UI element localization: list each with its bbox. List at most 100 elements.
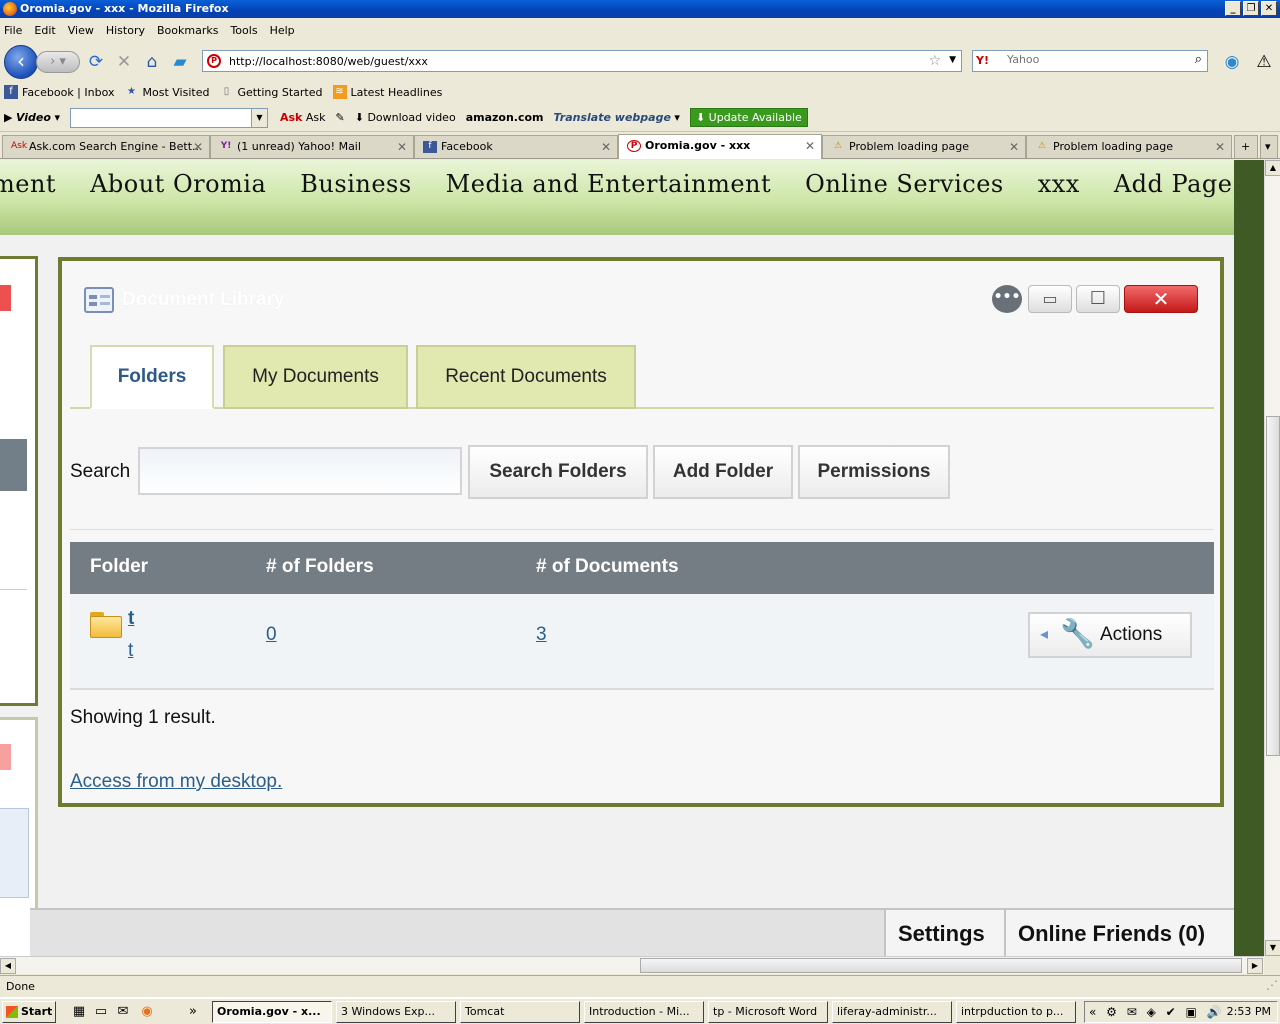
taskbar-item-tomcat[interactable]: Tomcat — [460, 1001, 580, 1023]
tab-close-icon[interactable]: ✕ — [805, 139, 815, 153]
taskbar-item-firefox[interactable]: Oromia.gov - x... — [212, 1001, 332, 1023]
video-menu[interactable]: ▶ Video ▾ — [4, 111, 60, 124]
nav-item-about-oromia[interactable]: About Oromia — [90, 170, 266, 198]
column-header-folder[interactable]: Folder — [90, 556, 148, 578]
chevron-icon[interactable]: » — [184, 1003, 202, 1021]
bookmark-facebook-inbox[interactable]: f Facebook | Inbox — [4, 85, 115, 99]
sidebar-icon[interactable]: ▰ — [170, 52, 190, 72]
extension-icon[interactable]: ⚠ — [1254, 52, 1274, 72]
nav-item-media[interactable]: Media and Entertainment — [446, 170, 771, 198]
new-tab-button[interactable]: + — [1234, 135, 1258, 158]
quicklaunch-icon[interactable]: ▦ — [70, 1003, 88, 1021]
vertical-scrollbar[interactable]: ▲ ▼ — [1264, 160, 1280, 956]
folder-count-link[interactable]: 0 — [266, 624, 277, 646]
scroll-up-icon[interactable]: ▲ — [1265, 160, 1280, 176]
highlight-icon[interactable]: ✎ — [336, 111, 345, 124]
menu-history[interactable]: History — [106, 24, 145, 37]
update-available-button[interactable]: ⬇ Update Available — [689, 108, 808, 127]
actions-button[interactable]: ◂ 🔧 Actions — [1028, 612, 1192, 658]
menu-file[interactable]: File — [4, 24, 22, 37]
taskbar-item-explorer[interactable]: 3 Windows Exp... — [336, 1001, 456, 1023]
access-from-desktop-link[interactable]: Access from my desktop. — [70, 771, 282, 793]
menu-view[interactable]: View — [68, 24, 94, 37]
translate-button[interactable]: Translate webpage ▾ — [554, 111, 680, 124]
bookmark-latest-headlines[interactable]: ≋ Latest Headlines — [332, 85, 442, 99]
nav-item-xxx[interactable]: xxx — [1038, 170, 1080, 198]
tab-close-icon[interactable]: ✕ — [397, 140, 407, 154]
url-dropdown-icon[interactable]: ▼ — [949, 55, 956, 65]
resize-grip-icon[interactable]: ⋰ — [1266, 978, 1278, 992]
tab-folders[interactable]: Folders — [90, 345, 214, 409]
browser-tab-facebook[interactable]: f Facebook ✕ — [414, 135, 618, 158]
tab-close-icon[interactable]: ✕ — [1009, 140, 1019, 154]
dock-settings-button[interactable]: Settings — [884, 910, 1004, 956]
browser-tab-problem-2[interactable]: ⚠ Problem loading page ✕ — [1026, 135, 1232, 158]
tab-recent-documents[interactable]: Recent Documents — [416, 345, 636, 409]
folder-icon[interactable] — [90, 612, 122, 638]
amazon-button[interactable]: amazon.com — [466, 111, 544, 124]
forward-button[interactable]: › ▾ — [36, 51, 80, 73]
menu-edit[interactable]: Edit — [34, 24, 55, 37]
close-window-button[interactable]: ✕ — [1261, 1, 1277, 16]
search-bar[interactable]: Y! ⌕ — [972, 50, 1208, 72]
bookmark-getting-started[interactable]: ▯ Getting Started — [219, 85, 323, 99]
taskbar-item-intrpduction[interactable]: intrpduction to p... — [956, 1001, 1076, 1023]
menu-help[interactable]: Help — [270, 24, 295, 37]
add-folder-button[interactable]: Add Folder — [653, 445, 793, 499]
browser-tab-yahoo-mail[interactable]: Y! (1 unread) Yahoo! Mail ✕ — [210, 135, 414, 158]
portlet-maximize-button[interactable]: ☐ — [1076, 285, 1120, 313]
browser-tab-ask[interactable]: Ask Ask.com Search Engine - Bett... ✕ — [2, 135, 210, 158]
browser-tab-problem-1[interactable]: ⚠ Problem loading page ✕ — [822, 135, 1026, 158]
folder-search-input[interactable] — [138, 447, 462, 495]
back-button[interactable]: ‹ — [4, 45, 38, 79]
search-magnifier-icon[interactable]: ⌕ — [1195, 52, 1202, 67]
tab-my-documents[interactable]: My Documents — [223, 345, 408, 409]
horizontal-scrollbar[interactable]: ◀ ▶ — [0, 956, 1264, 974]
folder-name-link[interactable]: t — [128, 608, 134, 630]
nav-item-add-page[interactable]: Add Page — [1114, 170, 1233, 198]
tray-clock[interactable]: 2:53 PM — [1227, 1002, 1271, 1022]
portlet-options-button[interactable]: ••• — [992, 285, 1022, 313]
portlet-minimize-button[interactable]: ▭ — [1028, 285, 1072, 313]
tab-close-icon[interactable]: ✕ — [193, 140, 203, 154]
restore-button[interactable]: ❐ — [1243, 1, 1259, 16]
reload-icon[interactable]: ⟳ — [86, 52, 106, 72]
horizontal-scroll-thumb[interactable] — [640, 958, 1242, 973]
document-count-link[interactable]: 3 — [536, 624, 547, 646]
nav-item-government[interactable]: ment — [0, 170, 56, 198]
scroll-down-icon[interactable]: ▼ — [1265, 940, 1280, 956]
search-engine-icon[interactable]: Y! — [976, 54, 989, 67]
show-desktop-icon[interactable]: ▭ — [92, 1003, 110, 1021]
combo-arrow-icon[interactable]: ▼ — [250, 108, 267, 127]
dock-online-friends-button[interactable]: Online Friends (0) — [1004, 910, 1234, 956]
bookmark-most-visited[interactable]: ★ Most Visited — [125, 85, 209, 99]
browser-tab-oromia[interactable]: P Oromia.gov - xxx ✕ — [618, 134, 822, 159]
ask-button[interactable]: Ask Ask — [280, 111, 326, 124]
bookmark-star-icon[interactable]: ☆ — [928, 53, 941, 69]
left-portlet-close-fragment[interactable] — [0, 285, 11, 311]
nav-item-online-services[interactable]: Online Services — [805, 170, 1004, 198]
search-engine-input[interactable] — [1007, 53, 1187, 66]
tab-close-icon[interactable]: ✕ — [1215, 140, 1225, 154]
folder-description-link[interactable]: t — [128, 640, 133, 662]
tray-icons[interactable]: « ⚙ ✉ ◈ ✔ ▣ 🔊 — [1089, 1002, 1225, 1022]
menu-tools[interactable]: Tools — [230, 24, 257, 37]
nav-item-business[interactable]: Business — [300, 170, 411, 198]
taskbar-item-word[interactable]: tp - Microsoft Word — [708, 1001, 828, 1023]
home-icon[interactable]: ⌂ — [142, 52, 162, 72]
search-folders-button[interactable]: Search Folders — [468, 445, 648, 499]
start-button[interactable]: Start — [2, 1001, 56, 1023]
column-header-folders[interactable]: # of Folders — [266, 556, 374, 578]
menu-bookmarks[interactable]: Bookmarks — [157, 24, 218, 37]
stop-icon[interactable]: ✕ — [114, 52, 134, 72]
scroll-left-icon[interactable]: ◀ — [0, 958, 16, 974]
firefox-quicklaunch-icon[interactable]: ◉ — [138, 1003, 156, 1021]
portlet-close-button[interactable]: ✕ — [1124, 285, 1198, 313]
column-header-documents[interactable]: # of Documents — [536, 556, 679, 578]
download-video-button[interactable]: ⬇ Download video — [355, 111, 456, 124]
taskbar-item-liferay[interactable]: liferay-administr... — [832, 1001, 952, 1023]
url-bar[interactable]: P http://localhost:8080/web/guest/xxx ☆ … — [202, 50, 962, 72]
ask-search-combo[interactable]: ▼ — [69, 107, 268, 128]
skype-icon[interactable]: ◉ — [1222, 52, 1242, 72]
vertical-scroll-thumb[interactable] — [1266, 416, 1280, 756]
